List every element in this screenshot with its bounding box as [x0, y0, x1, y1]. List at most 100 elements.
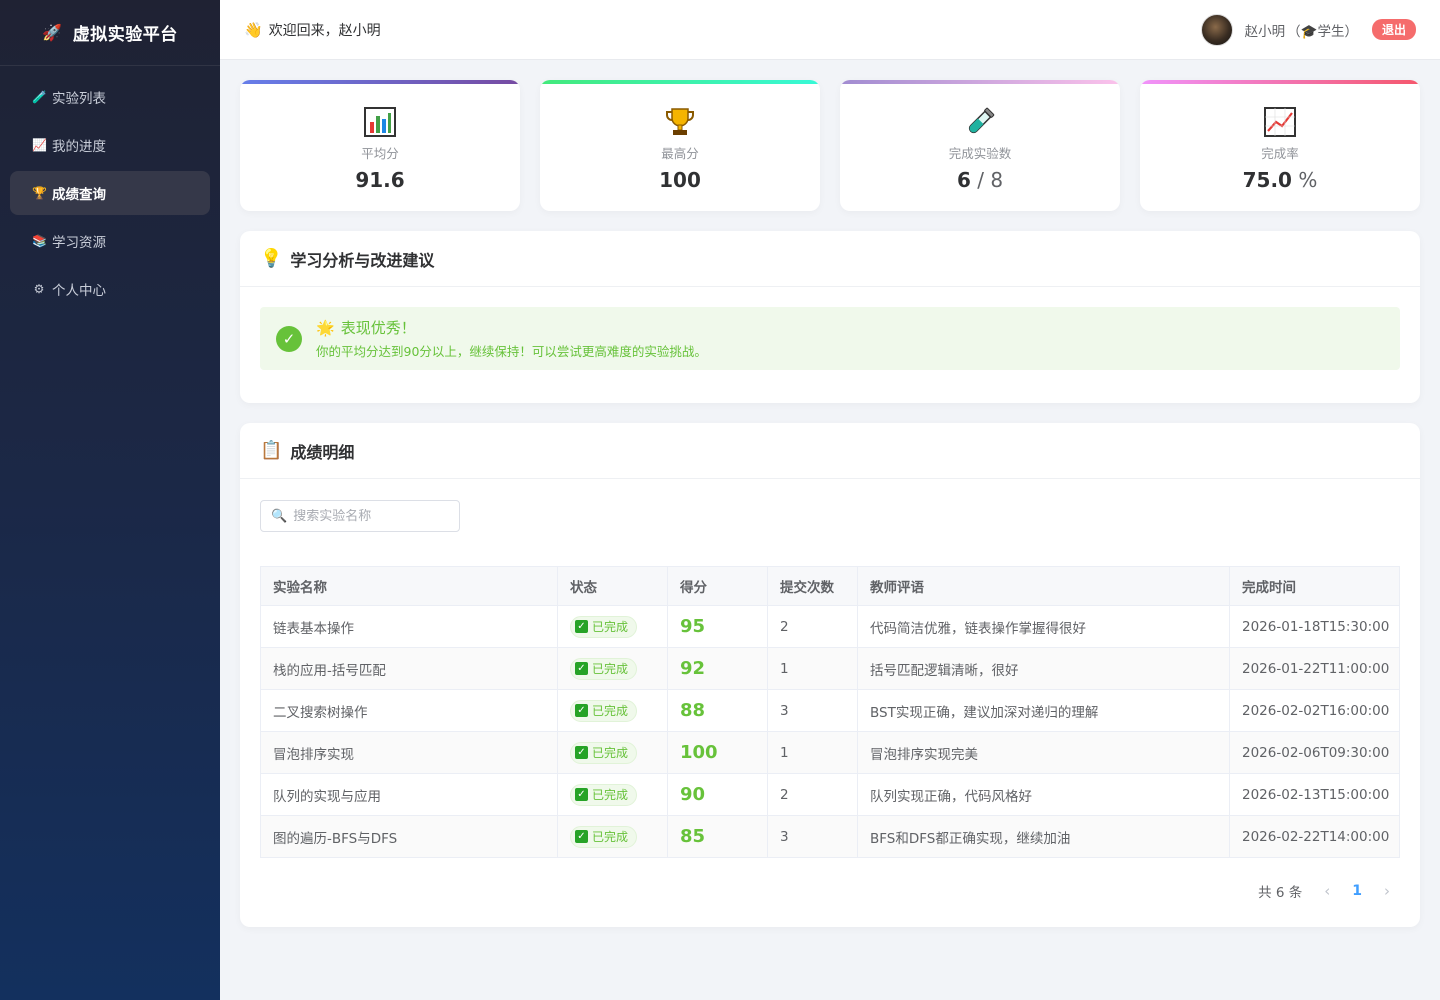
status-badge: ✓ 已完成 [570, 741, 638, 764]
experiment-name: 栈的应用-括号匹配 [260, 647, 558, 690]
table-row[interactable]: 二叉搜索树操作 ✓ 已完成 88 3 BST实现正确，建议加深对递归的理解 202… [260, 689, 1400, 732]
completion-time: 2026-02-13T15:00:00 [1229, 773, 1400, 816]
clipboard-icon: 📋 [260, 440, 283, 461]
analysis-title: 学习分析与改进建议 [290, 250, 435, 270]
user-name: 赵小明 [1244, 23, 1286, 40]
search-input[interactable] [293, 508, 444, 524]
grade-table: 实验名称 状态 得分 提交次数 教师评语 完成时间 链表基本操作 ✓ 已完成 95… [260, 566, 1400, 858]
alert-title: 🌟 表现优秀！ [316, 319, 416, 337]
check-circle-icon: ✓ [276, 325, 302, 352]
avatar[interactable] [1200, 13, 1233, 46]
stat-accent-bar [1140, 80, 1420, 84]
teacher-comment: BFS和DFS都正确实现，继续加油 [857, 815, 1230, 858]
sidebar: 🚀 虚拟实验平台 🧪 实验列表 📈 我的进度 🏆 成绩查询 📚 学习资源 ⚙ 个… [0, 0, 220, 1000]
column-header[interactable]: 提交次数 [767, 566, 858, 606]
column-header[interactable]: 教师评语 [857, 566, 1230, 606]
stat-label: 完成实验数 [948, 146, 1012, 161]
rocket-icon: 🚀 [42, 23, 63, 42]
grade-detail-card: 📋 成绩明细 🔍 实验名称 状态 得分 提交次数 教师评语 完成时间 链表基本操… [240, 423, 1420, 927]
analysis-header: 💡 学习分析与改进建议 [240, 231, 1420, 287]
check-icon: ✓ [575, 788, 588, 801]
experiment-name: 冒泡排序实现 [260, 731, 558, 774]
sparkle-icon: 🌟 [316, 319, 335, 337]
chart-up-icon: 📈 [32, 138, 47, 152]
column-header[interactable]: 完成时间 [1229, 566, 1400, 606]
check-icon: ✓ [575, 620, 588, 633]
table-header-row: 实验名称 状态 得分 提交次数 教师评语 完成时间 [260, 566, 1400, 606]
teacher-comment: 括号匹配逻辑清晰，很好 [857, 647, 1230, 690]
sidebar-item-experiments[interactable]: 🧪 实验列表 [10, 75, 210, 119]
sidebar-item-label: 学习资源 [52, 235, 106, 251]
sidebar-item-progress[interactable]: 📈 我的进度 [10, 123, 210, 167]
stat-accent-bar [240, 80, 520, 84]
chevron-right-icon[interactable]: › [1384, 882, 1390, 900]
teacher-comment: 队列实现正确，代码风格好 [857, 773, 1230, 816]
sidebar-item-grades[interactable]: 🏆 成绩查询 [10, 171, 210, 215]
status-badge: ✓ 已完成 [570, 657, 638, 680]
score: 88 [680, 700, 706, 721]
status-badge: ✓ 已完成 [570, 699, 638, 722]
check-icon: ✓ [575, 746, 588, 759]
success-alert: ✓ 🌟 表现优秀！ 你的平均分达到90分以上，继续保持！可以尝试更高难度的实验挑战… [260, 307, 1400, 370]
completion-time: 2026-02-22T14:00:00 [1229, 815, 1400, 858]
sidebar-item-label: 个人中心 [52, 283, 106, 299]
table-row[interactable]: 图的遍历-BFS与DFS ✓ 已完成 85 3 BFS和DFS都正确实现，继续加油… [260, 815, 1400, 858]
detail-header: 📋 成绩明细 [240, 423, 1420, 479]
page-number[interactable]: 1 [1352, 883, 1362, 899]
trophy-icon [664, 105, 696, 139]
experiment-name: 队列的实现与应用 [260, 773, 558, 816]
submit-count: 1 [767, 647, 858, 690]
welcome-text: 欢迎回来，赵小明 [268, 22, 381, 39]
logout-button[interactable]: 退出 [1371, 19, 1416, 40]
table-row[interactable]: 队列的实现与应用 ✓ 已完成 90 2 队列实现正确，代码风格好 2026-02-… [260, 773, 1400, 816]
teacher-comment: 代码简洁优雅，链表操作掌握得很好 [857, 605, 1230, 648]
submit-count: 1 [767, 731, 858, 774]
status-badge: ✓ 已完成 [570, 615, 638, 638]
sidebar-nav: 🧪 实验列表 📈 我的进度 🏆 成绩查询 📚 学习资源 ⚙ 个人中心 [0, 66, 220, 311]
column-header[interactable]: 实验名称 [260, 566, 558, 606]
completion-time: 2026-01-18T15:30:00 [1229, 605, 1400, 648]
stat-card-rate: 完成率 75.0 % [1140, 80, 1420, 211]
chart-up-icon [1264, 105, 1296, 139]
check-icon: ✓ [575, 830, 588, 843]
sidebar-item-profile[interactable]: ⚙ 个人中心 [10, 267, 210, 311]
teacher-comment: 冒泡排序实现完美 [857, 731, 1230, 774]
chevron-left-icon[interactable]: ‹ [1324, 882, 1330, 900]
experiment-name: 图的遍历-BFS与DFS [260, 815, 558, 858]
pagination-total: 共 6 条 [1258, 885, 1303, 901]
submit-count: 3 [767, 815, 858, 858]
trophy-icon: 🏆 [32, 186, 47, 200]
welcome-message: 👋 欢迎回来，赵小明 [244, 20, 381, 40]
user-role: （🎓学生） [1287, 23, 1358, 40]
stat-accent-bar [840, 80, 1120, 84]
check-icon: ✓ [575, 662, 588, 675]
stat-label: 平均分 [361, 146, 399, 161]
stat-card-highest: 最高分 100 [540, 80, 820, 211]
column-header[interactable]: 状态 [557, 566, 668, 606]
sidebar-item-label: 成绩查询 [52, 187, 106, 203]
sidebar-item-resources[interactable]: 📚 学习资源 [10, 219, 210, 263]
brand-title: 虚拟实验平台 [72, 25, 178, 45]
books-icon: 📚 [32, 234, 47, 248]
column-header[interactable]: 得分 [667, 566, 768, 606]
status-badge: ✓ 已完成 [570, 825, 638, 848]
score: 95 [680, 616, 706, 637]
table-row[interactable]: 链表基本操作 ✓ 已完成 95 2 代码简洁优雅，链表操作掌握得很好 2026-0… [260, 605, 1400, 648]
search-box[interactable]: 🔍 [260, 500, 460, 532]
stat-value: 75.0 % [1242, 168, 1318, 192]
sidebar-item-label: 我的进度 [52, 139, 106, 155]
score: 90 [680, 784, 706, 805]
sidebar-item-label: 实验列表 [52, 91, 106, 107]
stat-card-average: 平均分 91.6 [240, 80, 520, 211]
stat-label: 最高分 [661, 146, 699, 161]
status-badge: ✓ 已完成 [570, 783, 638, 806]
experiment-name: 链表基本操作 [260, 605, 558, 648]
table-row[interactable]: 冒泡排序实现 ✓ 已完成 100 1 冒泡排序实现完美 2026-02-06T09… [260, 731, 1400, 774]
top-header: 👋 欢迎回来，赵小明 赵小明 （🎓学生） 退出 [220, 0, 1440, 60]
alert-description: 你的平均分达到90分以上，继续保持！可以尝试更高难度的实验挑战。 [316, 344, 707, 359]
table-row[interactable]: 栈的应用-括号匹配 ✓ 已完成 92 1 括号匹配逻辑清晰，很好 2026-01-… [260, 647, 1400, 690]
submit-count: 2 [767, 773, 858, 816]
bar-chart-icon [364, 105, 396, 139]
stat-value: 100 [659, 168, 701, 192]
score: 92 [680, 658, 706, 679]
